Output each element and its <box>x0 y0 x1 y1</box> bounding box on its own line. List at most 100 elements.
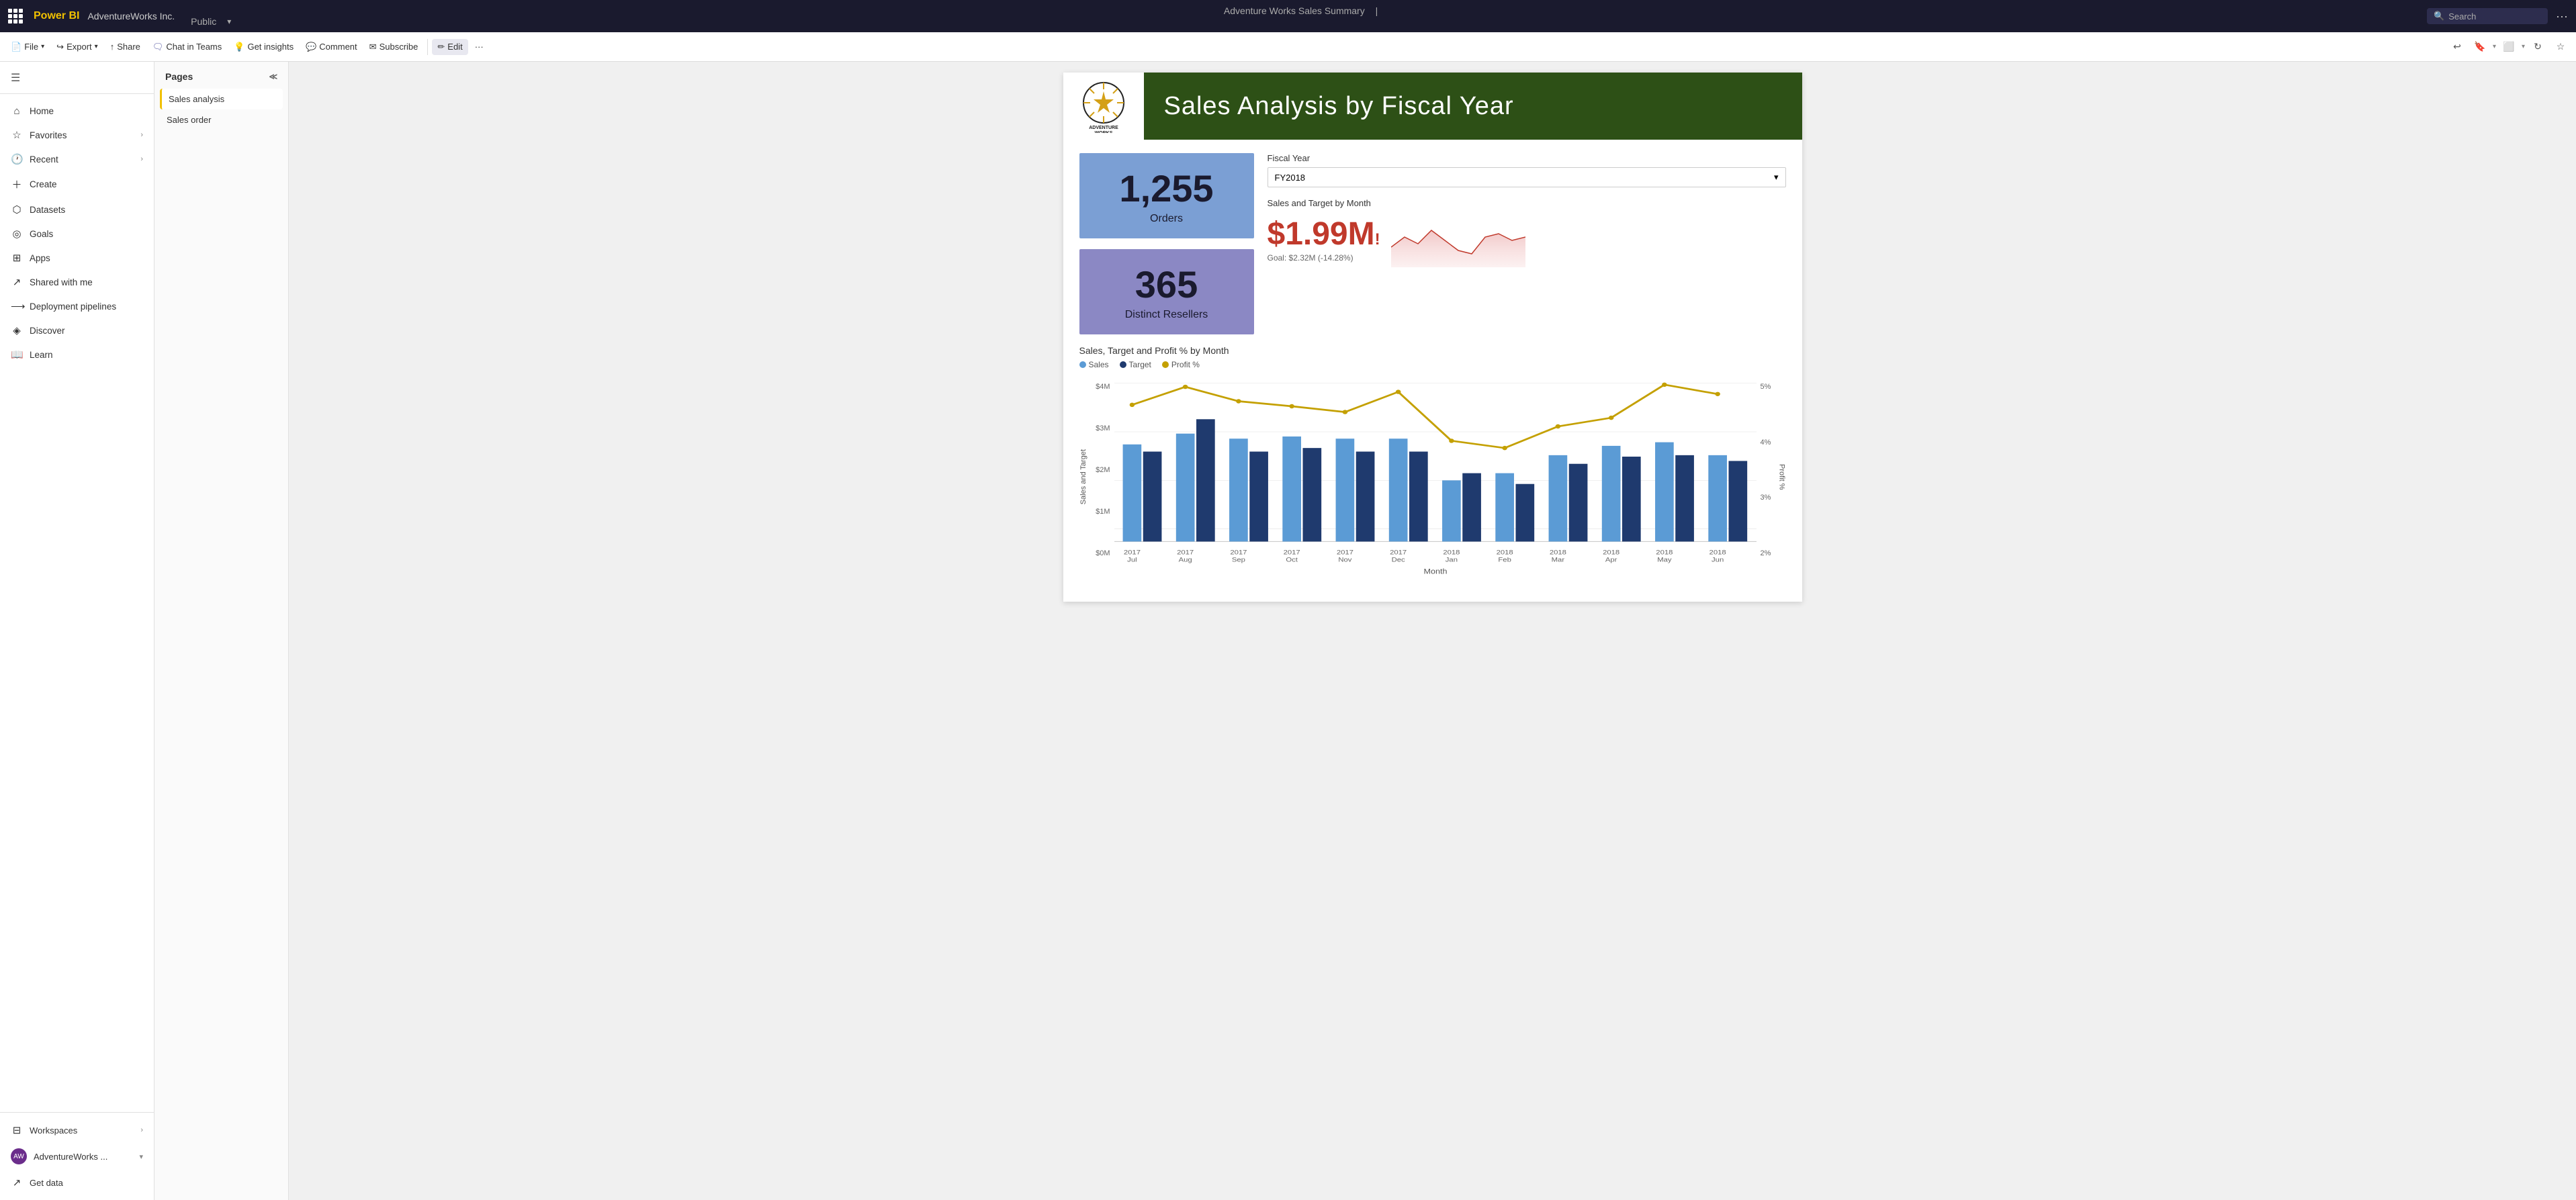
get-data-label: Get data <box>30 1178 63 1188</box>
bar-target <box>1302 448 1321 541</box>
bookmark-chevron: ▾ <box>2493 43 2496 50</box>
sidebar-item-favorites[interactable]: ☆ Favorites › <box>0 123 154 147</box>
svg-text:2017: 2017 <box>1177 549 1194 556</box>
kpi-column: 1,255 Orders 365 Distinct Resellers <box>1079 153 1254 334</box>
fiscal-year-dropdown[interactable]: FY2018 ▾ <box>1268 167 1786 187</box>
get-insights-button[interactable]: 💡 Get insights <box>228 39 299 55</box>
sidebar-item-label: Recent <box>30 154 58 165</box>
pages-panel: Pages ≪ Sales analysis Sales order <box>154 62 289 1200</box>
search-placeholder: Search <box>2448 11 2476 21</box>
bar-sales <box>1122 445 1141 542</box>
svg-text:2018: 2018 <box>1443 549 1460 556</box>
subscribe-button[interactable]: ✉ Subscribe <box>364 39 424 55</box>
favorite-button[interactable]: ☆ <box>2550 37 2571 57</box>
resellers-kpi-card: 365 Distinct Resellers <box>1079 249 1254 334</box>
chevron-down-icon: ▾ <box>227 17 231 26</box>
view-chevron: ▾ <box>2522 43 2525 50</box>
profit-dot <box>1662 383 1667 387</box>
apps-grid-icon[interactable] <box>8 9 23 24</box>
file-button[interactable]: 📄 File ▾ <box>5 39 50 55</box>
sidebar-item-create[interactable]: ＋ Create <box>0 171 154 197</box>
sales-legend-dot <box>1079 361 1086 368</box>
page-item-sales-analysis[interactable]: Sales analysis <box>160 89 283 109</box>
bar-target <box>1143 452 1161 542</box>
svg-text:Apr: Apr <box>1605 556 1617 563</box>
bar-target <box>1356 452 1374 542</box>
svg-text:Sep: Sep <box>1231 556 1245 563</box>
undo-button[interactable]: ↩ <box>2447 37 2467 57</box>
more-toolbar-label: ··· <box>475 42 484 52</box>
sales-target-kpi: Sales and Target by Month $1.99M ! Goal: <box>1268 198 1786 267</box>
sidebar-item-home[interactable]: ⌂ Home <box>0 99 154 123</box>
insights-label: Get insights <box>247 42 294 52</box>
bookmark-button[interactable]: 🔖 <box>2470 37 2490 57</box>
more-toolbar-button[interactable]: ··· <box>470 39 489 54</box>
sidebar-collapse-button[interactable]: ☰ <box>0 62 154 94</box>
topbar: Power BI AdventureWorks Inc. Adventure W… <box>0 0 2576 32</box>
page-label: Sales order <box>167 115 211 125</box>
y-right-tick: 4% <box>1761 439 1773 447</box>
sidebar-item-shared[interactable]: ↗ Shared with me <box>0 270 154 294</box>
workspace-item-label: AdventureWorks ... <box>34 1152 107 1162</box>
chevron-down-icon: ▾ <box>95 43 98 50</box>
sidebar-workspaces-button[interactable]: ⊟ Workspaces › <box>0 1118 154 1142</box>
bar-sales <box>1495 473 1514 542</box>
search-bar[interactable]: 🔍 Search <box>2427 8 2548 24</box>
y-tick: $0M <box>1094 549 1110 557</box>
export-icon: ↪ <box>56 42 64 52</box>
toolbar-right-actions: ↩ 🔖 ▾ ⬜ ▾ ↻ ☆ <box>2447 37 2571 57</box>
view-button[interactable]: ⬜ <box>2499 37 2519 57</box>
share-button[interactable]: ↑ Share <box>105 39 146 54</box>
chevron-right-icon: › <box>140 155 143 163</box>
bar-sales <box>1442 480 1461 541</box>
more-options-button[interactable]: ··· <box>2556 9 2568 24</box>
y-axis-right-ticks: 5% 4% 3% 2% <box>1757 376 1777 578</box>
bar-sales <box>1282 436 1301 541</box>
sidebar-item-apps[interactable]: ⊞ Apps <box>0 246 154 270</box>
profit-dot <box>1342 410 1347 414</box>
resellers-label: Distinct Resellers <box>1125 309 1208 321</box>
sidebar-nav: ⌂ Home ☆ Favorites › 🕐 Recent › ＋ Create… <box>0 94 154 1112</box>
report-title-text: Adventure Works Sales Summary <box>1224 5 1365 16</box>
subscribe-icon: ✉ <box>369 42 377 52</box>
sidebar-item-learn[interactable]: 📖 Learn <box>0 342 154 367</box>
sidebar-item-datasets[interactable]: ⬡ Datasets <box>0 197 154 222</box>
svg-text:May: May <box>1657 556 1672 563</box>
visibility-badge[interactable]: Public ▾ <box>187 16 2415 27</box>
bar-target <box>1568 464 1587 542</box>
page-item-sales-order[interactable]: Sales order <box>160 109 283 130</box>
svg-text:Mar: Mar <box>1551 556 1564 563</box>
sidebar-item-goals[interactable]: ◎ Goals <box>0 222 154 246</box>
sidebar-item-label: Learn <box>30 350 53 360</box>
svg-text:Aug: Aug <box>1178 556 1192 563</box>
comment-button[interactable]: 💬 Comment <box>300 39 363 55</box>
toolbar-separator <box>427 39 428 55</box>
sidebar-get-data-button[interactable]: ↗ Get data <box>0 1170 154 1195</box>
edit-button[interactable]: ✏ Edit <box>432 39 468 55</box>
y-tick: $4M <box>1094 383 1110 391</box>
profit-line <box>1132 385 1718 448</box>
sidebar-item-deployment[interactable]: ⟶ Deployment pipelines <box>0 294 154 318</box>
chat-in-teams-button[interactable]: 🗨 Chat in Teams <box>147 39 227 55</box>
svg-text:Oct: Oct <box>1286 556 1298 563</box>
svg-text:2018: 2018 <box>1656 549 1673 556</box>
sidebar-item-recent[interactable]: 🕐 Recent › <box>0 147 154 171</box>
file-icon: 📄 <box>11 42 21 52</box>
bar-target <box>1462 473 1481 542</box>
chevron-right-icon: › <box>140 131 143 139</box>
workspace-name[interactable]: AdventureWorks Inc. <box>87 11 175 21</box>
workspaces-icon: ⊟ <box>11 1124 23 1136</box>
chevron-right-icon: › <box>140 1126 143 1134</box>
pages-collapse-button[interactable]: ≪ <box>269 72 277 81</box>
refresh-button[interactable]: ↻ <box>2528 37 2548 57</box>
svg-text:Jun: Jun <box>1712 556 1724 563</box>
sidebar-adventureworks-item[interactable]: AW AdventureWorks ... ▾ <box>0 1142 154 1170</box>
sidebar-item-discover[interactable]: ◈ Discover <box>0 318 154 342</box>
sidebar-item-label: Home <box>30 106 54 116</box>
svg-text:2017: 2017 <box>1390 549 1407 556</box>
datasets-icon: ⬡ <box>11 203 23 216</box>
pages-header: Pages ≪ <box>154 62 288 89</box>
orders-value: 1,255 <box>1119 167 1213 210</box>
export-button[interactable]: ↪ Export ▾ <box>51 39 103 55</box>
create-icon: ＋ <box>11 177 23 191</box>
